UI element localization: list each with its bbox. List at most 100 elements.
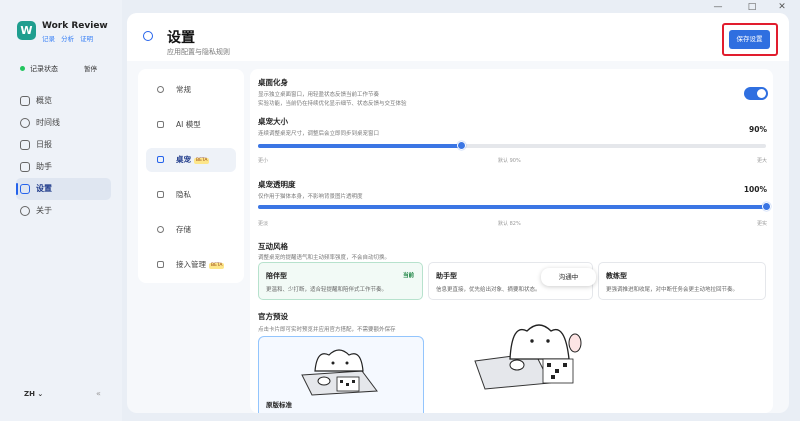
size-tick-default: 默认 90%: [498, 158, 521, 164]
nav-item-assistant[interactable]: 助手: [16, 156, 111, 178]
style-card-title: 陪伴型: [266, 272, 287, 280]
preset-card-label: 原版标准: [266, 401, 292, 409]
page-title: 设置: [167, 30, 195, 46]
subnav-item-label: 隐私: [176, 190, 191, 199]
nav-item-settings[interactable]: 设置: [16, 178, 111, 200]
nav-item-label: 概览: [36, 96, 52, 105]
opacity-tick-default: 默认 82%: [498, 221, 521, 227]
interaction-style-title: 互动风格: [258, 242, 288, 251]
interaction-style-desc: 调整桌宠的提醒语气和主动频率强度，不会自动切换。: [258, 255, 391, 261]
status-dot-icon: [20, 66, 25, 71]
subnav-item-general[interactable]: 常规: [146, 78, 236, 102]
current-style-badge: 当前: [402, 273, 414, 279]
style-card-title: 教练型: [606, 272, 627, 280]
nav-item-label: 设置: [36, 184, 52, 193]
beta-badge: BETA: [194, 158, 210, 164]
cat-pet-preview-illustration: [474, 324, 582, 390]
pet-opacity-slider[interactable]: [258, 202, 771, 211]
pet-size-slider[interactable]: [258, 141, 766, 150]
subnav-item-storage[interactable]: 存储: [146, 218, 236, 242]
opacity-tick-max: 更实: [756, 221, 767, 227]
storage-icon: [157, 226, 164, 233]
style-card-desc: 更温和、少打断，适合轻提醒和陪伴式工作节奏。: [266, 287, 388, 293]
style-card-desc: 更强调推进和收尾，对中断任务会更主动地拉回节奏。: [606, 287, 739, 293]
info-icon: [20, 206, 30, 216]
pet-opacity-value: 100%: [743, 185, 767, 194]
subnav-item-integration[interactable]: 接入管理 BETA: [146, 253, 236, 277]
style-card-coach[interactable]: 教练型 更强调推进和收尾，对中断任务会更主动地拉回节奏。: [598, 262, 766, 300]
app-logo: W: [17, 21, 36, 40]
style-card-desc: 信息更直接，优先给出对象、摘要和状态。: [436, 287, 541, 293]
privacy-icon: [157, 191, 164, 198]
size-tick-max: 更大: [756, 158, 767, 164]
pet-size-title: 桌宠大小: [258, 117, 288, 126]
nav-item-label: 时间线: [36, 118, 60, 127]
language-select[interactable]: ZH ⌄: [24, 390, 43, 398]
subnav-item-pet[interactable]: 桌宠 BETA: [146, 148, 236, 172]
page-subtitle: 应用配置与隐私规则: [167, 48, 230, 56]
integration-icon: [157, 261, 164, 268]
sidebar: W Work Review 记录 分析 证明 记录状态 暂停 概览 时间线 日报…: [0, 0, 122, 421]
minimize-button[interactable]: —: [703, 1, 733, 13]
link-proof[interactable]: 证明: [80, 35, 93, 43]
close-button[interactable]: ✕: [767, 1, 797, 13]
nav-item-timeline[interactable]: 时间线: [16, 112, 111, 134]
settings-icon: [20, 184, 30, 194]
subnav-item-label: 常规: [176, 85, 191, 94]
subnav-item-label: 接入管理: [176, 260, 206, 269]
status-tooltip: 沟通中: [541, 268, 596, 286]
subnav-item-privacy[interactable]: 隐私: [146, 183, 236, 207]
general-icon: [157, 86, 164, 93]
pet-enable-desc: 显示独立桌面窗口，用轻盈状态反馈当前工作节奏: [258, 92, 380, 98]
preset-card-original[interactable]: 原版标准: [258, 336, 424, 413]
assistant-icon: [20, 162, 30, 172]
timeline-icon: [20, 118, 30, 128]
gear-icon: [143, 31, 153, 41]
subnav-item-label: 存储: [176, 225, 191, 234]
pet-size-value: 90%: [749, 125, 767, 134]
nav-item-label: 日报: [36, 140, 52, 149]
save-button[interactable]: 保存设置: [729, 30, 770, 49]
slider-handle[interactable]: [457, 141, 466, 150]
record-status: 记录状态 暂停: [14, 62, 114, 76]
opacity-tick-min: 更淡: [258, 221, 269, 227]
nav-item-label: 助手: [36, 162, 52, 171]
main-panel: 设置 应用配置与隐私规则 保存设置 常规 AI 模型 桌宠 BETA 隐私 存储 …: [127, 13, 789, 413]
pet-opacity-title: 桌宠透明度: [258, 180, 296, 189]
nav-item-label: 关于: [36, 206, 52, 215]
record-status-label: 记录状态: [30, 65, 58, 73]
pet-opacity-desc: 仅作用于猫体本身，不影响背景图片透明度: [258, 194, 363, 200]
pause-button[interactable]: 暂停: [84, 63, 97, 73]
official-preset-desc: 点击卡片即可实时预览并应用官方搭配，不需要额外保存: [258, 327, 396, 333]
app-title: Work Review: [42, 21, 108, 31]
subnav-item-label: AI 模型: [176, 120, 201, 129]
official-preset-title: 官方预设: [258, 312, 288, 321]
save-button-highlight: 保存设置: [722, 23, 778, 56]
pet-settings-panel: 桌面化身 显示独立桌面窗口，用轻盈状态反馈当前工作节奏 实验功能，当前仍在持续优…: [250, 69, 773, 413]
link-analysis[interactable]: 分析: [61, 35, 74, 43]
app-links: 记录 分析 证明: [42, 33, 97, 43]
settings-subnav: 常规 AI 模型 桌宠 BETA 隐私 存储 接入管理 BETA: [138, 69, 244, 283]
pet-icon: [157, 156, 164, 163]
link-record[interactable]: 记录: [42, 35, 55, 43]
size-tick-min: 更小: [258, 158, 269, 164]
subnav-item-label: 桌宠: [176, 155, 191, 164]
collapse-sidebar-icon[interactable]: «: [96, 389, 101, 398]
slider-fill: [258, 144, 461, 148]
beta-badge: BETA: [209, 263, 225, 269]
nav-item-overview[interactable]: 概览: [16, 90, 111, 112]
ai-model-icon: [157, 121, 164, 128]
style-card-companion[interactable]: 陪伴型 当前 更温和、少打断，适合轻提醒和陪伴式工作节奏。: [258, 262, 423, 300]
nav-item-report[interactable]: 日报: [16, 134, 111, 156]
style-card-title: 助手型: [436, 272, 457, 280]
pet-enable-title: 桌面化身: [258, 78, 288, 87]
cat-keyboard-illustration: [301, 349, 378, 396]
page-header: 设置 应用配置与隐私规则 保存设置: [127, 13, 789, 61]
slider-handle[interactable]: [762, 202, 771, 211]
nav-item-about[interactable]: 关于: [16, 200, 111, 222]
pet-enable-note: 实验功能，当前仍在持续优化显示细节、状态反馈与交互体验: [258, 101, 407, 107]
pet-enable-toggle[interactable]: [744, 87, 768, 100]
subnav-item-ai-model[interactable]: AI 模型: [146, 113, 236, 137]
maximize-button[interactable]: □: [737, 1, 767, 13]
slider-fill: [258, 205, 766, 209]
